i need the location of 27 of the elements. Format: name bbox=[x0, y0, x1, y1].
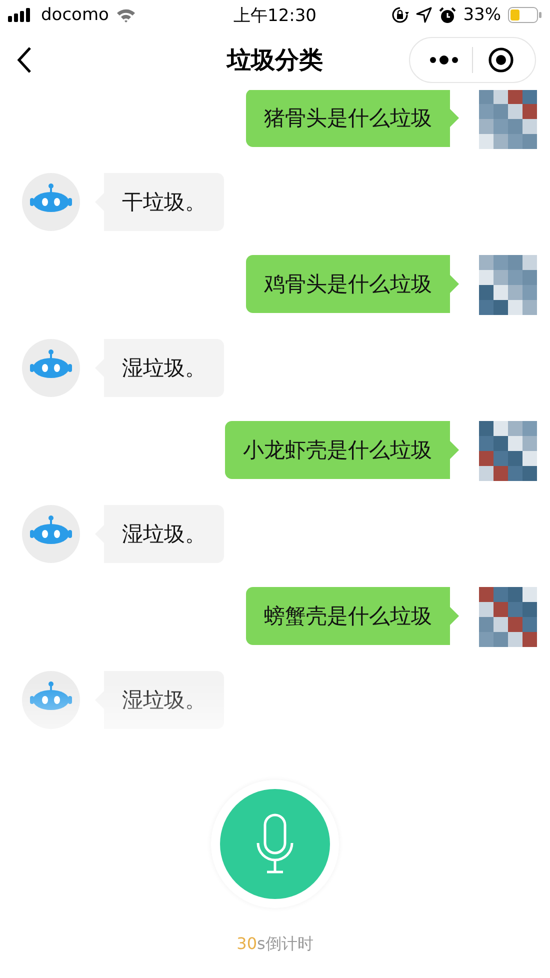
microphone-icon bbox=[255, 813, 295, 875]
rotation-lock-icon bbox=[391, 6, 410, 24]
clock-time: 上午12:30 bbox=[234, 4, 316, 26]
sent-message: 螃蟹壳是什么垃圾 bbox=[246, 587, 459, 645]
robot-avatar-icon bbox=[22, 505, 80, 563]
target-icon bbox=[488, 47, 514, 73]
robot-avatar-icon bbox=[22, 339, 80, 397]
countdown-seconds: 30 bbox=[236, 934, 257, 953]
wifi-icon bbox=[116, 8, 136, 22]
battery-percent: 33% bbox=[463, 5, 501, 25]
battery-icon bbox=[508, 7, 542, 23]
sent-message: 鸡骨头是什么垃圾 bbox=[246, 255, 459, 313]
location-arrow-icon bbox=[416, 7, 432, 23]
reply-message: 湿垃圾。 bbox=[95, 505, 224, 563]
reply-message: 湿垃圾。 bbox=[95, 339, 224, 397]
alarm-icon bbox=[439, 6, 456, 24]
more-icon bbox=[429, 55, 459, 65]
robot-avatar-icon bbox=[22, 173, 80, 231]
robot-avatar-icon bbox=[22, 671, 80, 729]
sent-message: 猪骨头是什么垃圾 bbox=[246, 90, 459, 147]
sent-message: 小龙虾壳是什么垃圾 bbox=[225, 421, 459, 479]
carrier-name: docomo bbox=[41, 5, 109, 25]
back-icon bbox=[16, 46, 32, 74]
countdown-label: s倒计时 bbox=[257, 934, 314, 953]
reply-message: 干垃圾。 bbox=[95, 173, 224, 231]
reply-message: 湿垃圾。 bbox=[95, 671, 224, 729]
page-title: 垃圾分类 bbox=[227, 45, 323, 76]
